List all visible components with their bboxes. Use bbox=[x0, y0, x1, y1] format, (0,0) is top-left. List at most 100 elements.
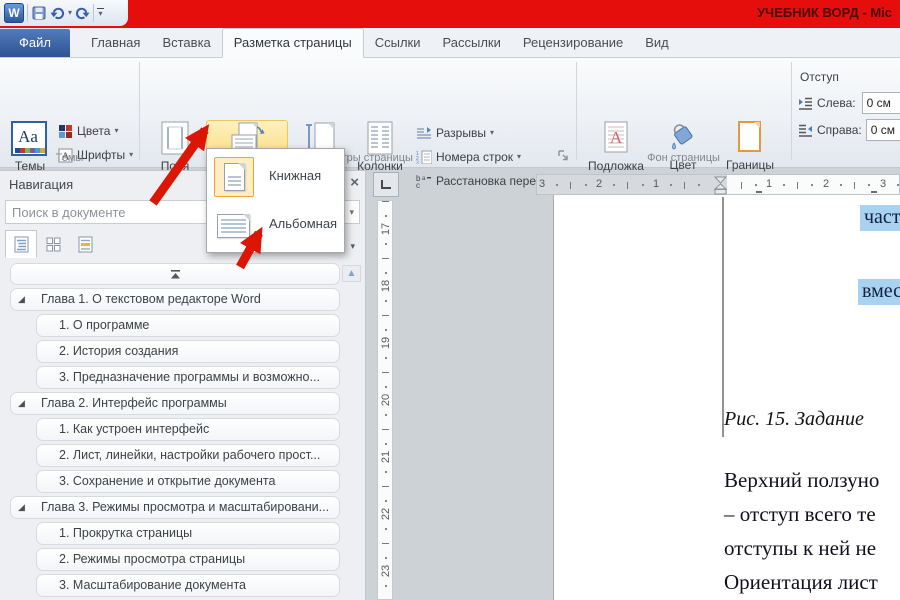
ruler-tick bbox=[385, 443, 387, 445]
group-separator bbox=[791, 62, 792, 160]
body-text-line: – отступ всего те bbox=[724, 502, 876, 527]
svg-text:Aa: Aa bbox=[18, 127, 38, 146]
collapse-triangle-icon[interactable]: ◢ bbox=[18, 289, 25, 310]
page-setup-dialog-launcher[interactable] bbox=[557, 149, 570, 162]
tab-page-layout[interactable]: Разметка страницы bbox=[222, 28, 364, 58]
ruler-tick bbox=[382, 315, 389, 316]
hyphenation-icon: b a c bbox=[416, 174, 432, 188]
undo-dropdown-caret-icon[interactable]: ▾ bbox=[68, 9, 72, 17]
tab-insert[interactable]: Вставка bbox=[151, 29, 221, 57]
indent-left-input[interactable] bbox=[862, 92, 900, 114]
nav-tab-pages[interactable] bbox=[37, 230, 69, 258]
close-icon[interactable]: × bbox=[350, 174, 359, 192]
redo-icon bbox=[75, 6, 90, 21]
figure-caption: Рис. 15. Задание bbox=[724, 408, 864, 431]
dropdown-caret-icon: ▾ bbox=[490, 129, 494, 137]
indent-left-icon bbox=[798, 97, 813, 110]
nav-item[interactable]: 1. Прокрутка страницы bbox=[36, 522, 340, 545]
nav-item[interactable]: 2. Режимы просмотра страницы bbox=[36, 548, 340, 571]
breaks-icon bbox=[416, 126, 432, 140]
nav-item[interactable]: ◢Глава 1. О текстовом редакторе Word bbox=[10, 288, 340, 311]
dropdown-caret-icon: ▾ bbox=[114, 127, 118, 135]
undo-icon bbox=[50, 6, 65, 21]
nav-item[interactable]: ◢Глава 2. Интерфейс программы bbox=[10, 392, 340, 415]
theme-colors-button[interactable]: Цвета ▾ bbox=[58, 120, 118, 142]
nav-item[interactable]: 1. Как устроен интерфейс bbox=[36, 418, 340, 441]
ruler-tick bbox=[854, 182, 855, 189]
ribbon-tab-bar: Файл Главная Вставка Разметка страницы С… bbox=[0, 28, 900, 58]
body-text-line: Ориентация лист bbox=[724, 570, 878, 595]
tab-references[interactable]: Ссылки bbox=[364, 29, 432, 57]
ruler-tick bbox=[385, 414, 387, 416]
pane-options-caret-icon[interactable]: ▾ bbox=[350, 241, 355, 252]
ruler-tick bbox=[897, 184, 899, 186]
nav-item[interactable]: 3. Предназначение программы и возможно..… bbox=[36, 366, 340, 389]
ruler-number: 21 bbox=[380, 450, 392, 464]
collapse-triangle-icon[interactable]: ◢ bbox=[18, 497, 25, 518]
nav-item[interactable]: 2. Лист, линейки, настройки рабочего про… bbox=[36, 444, 340, 467]
ruler-number: 3 bbox=[880, 178, 886, 190]
horizontal-ruler[interactable]: 321123 bbox=[536, 174, 900, 195]
tab-mailings[interactable]: Рассылки bbox=[432, 29, 512, 57]
ruler-tick bbox=[613, 184, 615, 186]
tab-selector[interactable] bbox=[373, 172, 399, 197]
tab-review[interactable]: Рецензирование bbox=[512, 29, 634, 57]
save-icon bbox=[31, 5, 47, 21]
tab-view[interactable]: Вид bbox=[634, 29, 680, 57]
nav-tab-headings[interactable] bbox=[5, 230, 37, 258]
nav-item[interactable]: 2. История создания bbox=[36, 340, 340, 363]
highlighted-text[interactable]: част bbox=[860, 205, 900, 231]
nav-item[interactable]: 3. Масштабирование документа bbox=[36, 574, 340, 597]
ruler-tick bbox=[385, 500, 387, 502]
column-marker bbox=[756, 191, 762, 193]
ruler-tick bbox=[382, 258, 389, 259]
search-options-caret-icon[interactable]: ▾ bbox=[349, 207, 354, 218]
customize-quick-access-button[interactable]: ▾ bbox=[97, 3, 104, 23]
save-button[interactable] bbox=[31, 3, 47, 23]
nav-item-label: 2. Лист, линейки, настройки рабочего про… bbox=[59, 448, 320, 462]
nav-item-label: 2. История создания bbox=[59, 344, 178, 358]
nav-item[interactable]: ◢Глава 3. Режимы просмотра и масштабиров… bbox=[10, 496, 340, 519]
ruler-tick bbox=[698, 184, 700, 186]
nav-tab-results[interactable] bbox=[69, 230, 101, 258]
ribbon: Aa Темы ▾ Цвета ▾ A Шрифты ▾ bbox=[0, 58, 900, 168]
tab-home[interactable]: Главная bbox=[80, 29, 151, 57]
highlighted-text[interactable]: вмес bbox=[858, 279, 900, 305]
nav-item[interactable]: 3. Сохранение и открытие документа bbox=[36, 470, 340, 493]
separator bbox=[93, 4, 94, 22]
body-text-line: отступы к ней не bbox=[724, 536, 876, 561]
left-tab-stop-icon bbox=[381, 180, 391, 189]
undo-button[interactable] bbox=[50, 3, 65, 23]
indent-markers-icon[interactable] bbox=[714, 176, 727, 195]
nav-item[interactable]: 1. О программе bbox=[36, 314, 340, 337]
ruler-tick bbox=[783, 184, 785, 186]
indent-right-row: Справа: bbox=[798, 119, 900, 141]
menu-item-portrait[interactable]: Книжная bbox=[207, 152, 344, 202]
breaks-button[interactable]: Разрывы ▾ bbox=[416, 122, 494, 144]
vertical-ruler[interactable]: 17181920212223 bbox=[377, 200, 393, 600]
indent-right-input[interactable] bbox=[866, 119, 900, 141]
ruler-tick bbox=[385, 471, 387, 473]
window-title: УЧЕБНИК ВОРД - Mic bbox=[757, 5, 892, 20]
tab-file[interactable]: Файл bbox=[0, 29, 70, 57]
redo-button[interactable] bbox=[75, 3, 90, 23]
collapse-triangle-icon[interactable]: ◢ bbox=[18, 393, 25, 414]
word-logo-icon[interactable]: W bbox=[4, 3, 24, 23]
ruler-number: 1 bbox=[653, 178, 659, 190]
document-page[interactable]: част вмес Рис. 15. Задание Верхний ползу… bbox=[553, 195, 900, 600]
orientation-dropdown-menu: Книжная Альбомная bbox=[206, 148, 345, 253]
indent-right-label: Справа: bbox=[817, 123, 862, 137]
ruler-tick bbox=[382, 429, 389, 430]
headings-view-icon bbox=[14, 236, 29, 253]
ruler-tick bbox=[755, 184, 757, 186]
jump-to-top-item[interactable] bbox=[10, 263, 340, 285]
ruler-tick bbox=[385, 357, 387, 359]
svg-text:A: A bbox=[610, 128, 623, 147]
ruler-tick bbox=[570, 182, 571, 189]
svg-text:c: c bbox=[416, 181, 420, 188]
ruler-tick bbox=[385, 329, 387, 331]
menu-item-landscape[interactable]: Альбомная bbox=[207, 204, 344, 254]
ruler-tick bbox=[385, 272, 387, 274]
scroll-up-button[interactable]: ▲ bbox=[342, 265, 361, 282]
title-bar: УЧЕБНИК ВОРД - Mic bbox=[0, 0, 900, 28]
